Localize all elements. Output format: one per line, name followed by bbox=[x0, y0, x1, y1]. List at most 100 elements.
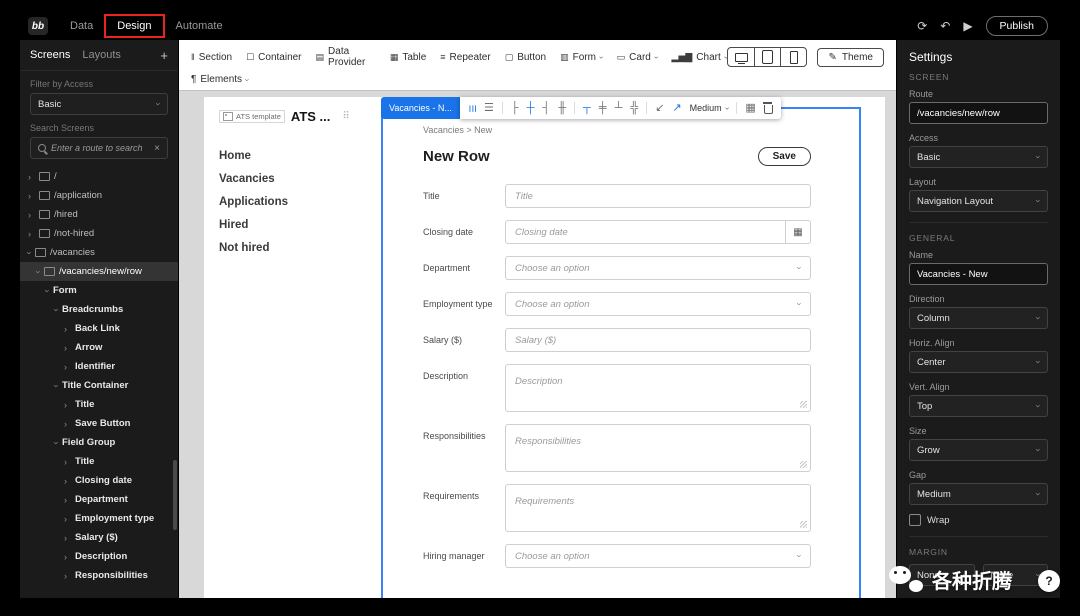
component-repeater[interactable]: ≡ Repeater bbox=[440, 52, 490, 63]
align-top-icon[interactable]: ┬ bbox=[583, 102, 591, 114]
chevron-icon[interactable]: › bbox=[25, 251, 35, 254]
access-filter-select[interactable]: Basic › bbox=[30, 93, 168, 115]
elements-menu[interactable]: ¶ Elements › bbox=[191, 74, 884, 85]
field-description-textarea[interactable]: Description bbox=[505, 364, 811, 412]
publish-button[interactable]: Publish bbox=[985, 16, 1048, 36]
refresh-icon[interactable]: ⟳ bbox=[917, 19, 927, 33]
tree-item-title-container[interactable]: › Title Container bbox=[20, 376, 178, 395]
align-center-horizontal-icon[interactable]: ┼ bbox=[527, 102, 535, 114]
budibase-logo[interactable]: bb bbox=[28, 17, 48, 35]
chevron-icon[interactable]: › bbox=[52, 308, 62, 311]
setting-direction-select[interactable]: Column › bbox=[909, 307, 1048, 329]
chevron-icon[interactable]: › bbox=[64, 514, 75, 524]
shrink-icon[interactable]: ↙ bbox=[655, 102, 664, 114]
tree-item-breadcrumbs[interactable]: › Breadcrumbs bbox=[20, 300, 178, 319]
tree-item-item[interactable]: › / bbox=[20, 167, 178, 186]
page-nav-not-hired[interactable]: Not hired bbox=[219, 242, 381, 254]
chevron-icon[interactable]: › bbox=[28, 191, 39, 201]
tree-item-responsibilities[interactable]: › Responsibilities bbox=[20, 566, 178, 585]
tree-item-not-hired[interactable]: ›/not-hired bbox=[20, 224, 178, 243]
chevron-icon[interactable]: › bbox=[34, 270, 44, 273]
chevron-icon[interactable]: › bbox=[64, 571, 75, 581]
tab-screens[interactable]: Screens bbox=[30, 49, 70, 61]
distribute-horizontal-icon[interactable]: ╫ bbox=[558, 102, 566, 114]
calendar-icon[interactable]: ▦ bbox=[785, 221, 810, 243]
component-data-provider[interactable]: ▤ Data Provider bbox=[316, 46, 376, 68]
chevron-icon[interactable]: › bbox=[64, 343, 75, 353]
page-nav-vacancies[interactable]: Vacancies bbox=[219, 173, 381, 185]
theme-button[interactable]: ✎ Theme bbox=[817, 47, 884, 67]
wrap-checkbox[interactable]: Wrap bbox=[909, 514, 1048, 526]
field-closing-date-input[interactable]: Closing date ▦ bbox=[505, 220, 811, 244]
setting-route-input[interactable]: /vacancies/new/row bbox=[909, 102, 1048, 124]
component-container[interactable]: ☐ Container bbox=[246, 52, 301, 63]
delete-icon[interactable] bbox=[762, 102, 773, 114]
page-nav-home[interactable]: Home bbox=[219, 150, 381, 162]
chevron-icon[interactable]: › bbox=[64, 533, 75, 543]
field-title-input[interactable]: Title bbox=[505, 184, 811, 208]
chevron-icon[interactable]: › bbox=[64, 457, 75, 467]
component-button[interactable]: ▢ Button bbox=[505, 52, 546, 63]
tree-item-salary[interactable]: › Salary ($) bbox=[20, 528, 178, 547]
tree-item-description[interactable]: › Description bbox=[20, 547, 178, 566]
search-input[interactable]: Enter a route to search × bbox=[30, 137, 168, 159]
tablet-preview-button[interactable] bbox=[755, 48, 782, 66]
align-middle-icon[interactable]: ╪ bbox=[599, 102, 607, 114]
chevron-icon[interactable]: › bbox=[52, 441, 62, 444]
chevron-icon[interactable]: › bbox=[28, 229, 39, 239]
undo-icon[interactable]: ↶ bbox=[940, 19, 950, 33]
top-tab-design[interactable]: Design bbox=[104, 12, 165, 40]
tree-item-title[interactable]: › Title bbox=[20, 395, 178, 414]
component-table[interactable]: ▦ Table bbox=[390, 52, 426, 63]
top-tab-automate[interactable]: Automate bbox=[164, 12, 235, 40]
setting-horiz-align-select[interactable]: Center › bbox=[909, 351, 1048, 373]
columns-layout-icon[interactable]: ☰ bbox=[467, 104, 477, 112]
setting-gap-select[interactable]: Medium › bbox=[909, 483, 1048, 505]
clear-search-icon[interactable]: × bbox=[154, 143, 160, 154]
desktop-preview-button[interactable] bbox=[728, 48, 755, 66]
component-section[interactable]: ‖ Section bbox=[191, 52, 232, 63]
chevron-icon[interactable]: › bbox=[64, 476, 75, 486]
rows-layout-icon[interactable]: ☰ bbox=[484, 102, 494, 114]
tree-item-employment-type[interactable]: › Employment type bbox=[20, 509, 178, 528]
tab-layouts[interactable]: Layouts bbox=[82, 49, 121, 61]
field-department-select[interactable]: Choose an option › bbox=[505, 256, 811, 280]
tree-item-identifier[interactable]: › Identifier bbox=[20, 357, 178, 376]
tree-item-field-group[interactable]: › Field Group bbox=[20, 433, 178, 452]
phone-preview-button[interactable] bbox=[781, 48, 806, 66]
chevron-icon[interactable]: › bbox=[64, 324, 75, 334]
chevron-icon[interactable]: › bbox=[64, 495, 75, 505]
tree-item-application[interactable]: ›/application bbox=[20, 186, 178, 205]
chevron-icon[interactable]: › bbox=[64, 362, 75, 372]
chevron-icon[interactable]: › bbox=[64, 552, 75, 562]
component-chart[interactable]: ▂▅▇ Chart › bbox=[672, 52, 731, 63]
setting-name-input[interactable]: Vacancies - New bbox=[909, 263, 1048, 285]
tree-item-arrow[interactable]: › Arrow bbox=[20, 338, 178, 357]
grid-icon[interactable]: ▦ bbox=[745, 102, 755, 114]
tree-item-hired[interactable]: ›/hired bbox=[20, 205, 178, 224]
setting-layout-select[interactable]: Navigation Layout › bbox=[909, 190, 1048, 212]
scrollbar-thumb[interactable] bbox=[173, 460, 177, 530]
chevron-icon[interactable]: › bbox=[64, 419, 75, 429]
chevron-icon[interactable]: › bbox=[64, 400, 75, 410]
tree-item-closing-date[interactable]: › Closing date bbox=[20, 471, 178, 490]
help-button[interactable]: ? bbox=[1038, 570, 1060, 592]
chevron-icon[interactable]: › bbox=[28, 210, 39, 220]
setting-access-select[interactable]: Basic › bbox=[909, 146, 1048, 168]
tree-item-vacancies-new-row[interactable]: ›/vacancies/new/row bbox=[20, 262, 178, 281]
expand-icon[interactable]: ↗ bbox=[672, 102, 681, 114]
size-dropdown[interactable]: Medium › bbox=[690, 103, 732, 113]
page-nav-applications[interactable]: Applications bbox=[219, 196, 381, 208]
page-nav-hired[interactable]: Hired bbox=[219, 219, 381, 231]
top-tab-data[interactable]: Data bbox=[58, 12, 105, 40]
chevron-icon[interactable]: › bbox=[43, 289, 53, 292]
tree-item-vacancies[interactable]: ›/vacancies bbox=[20, 243, 178, 262]
add-screen-button[interactable]: + bbox=[160, 48, 168, 63]
tree-item-save-button[interactable]: › Save Button bbox=[20, 414, 178, 433]
field-requirements-textarea[interactable]: Requirements bbox=[505, 484, 811, 532]
field-salary-input[interactable]: Salary ($) bbox=[505, 328, 811, 352]
preview-play-icon[interactable]: ▶ bbox=[963, 19, 972, 33]
align-right-icon[interactable]: ┤ bbox=[542, 102, 550, 114]
field-responsibilities-textarea[interactable]: Responsibilities bbox=[505, 424, 811, 472]
setting-size-select[interactable]: Grow › bbox=[909, 439, 1048, 461]
